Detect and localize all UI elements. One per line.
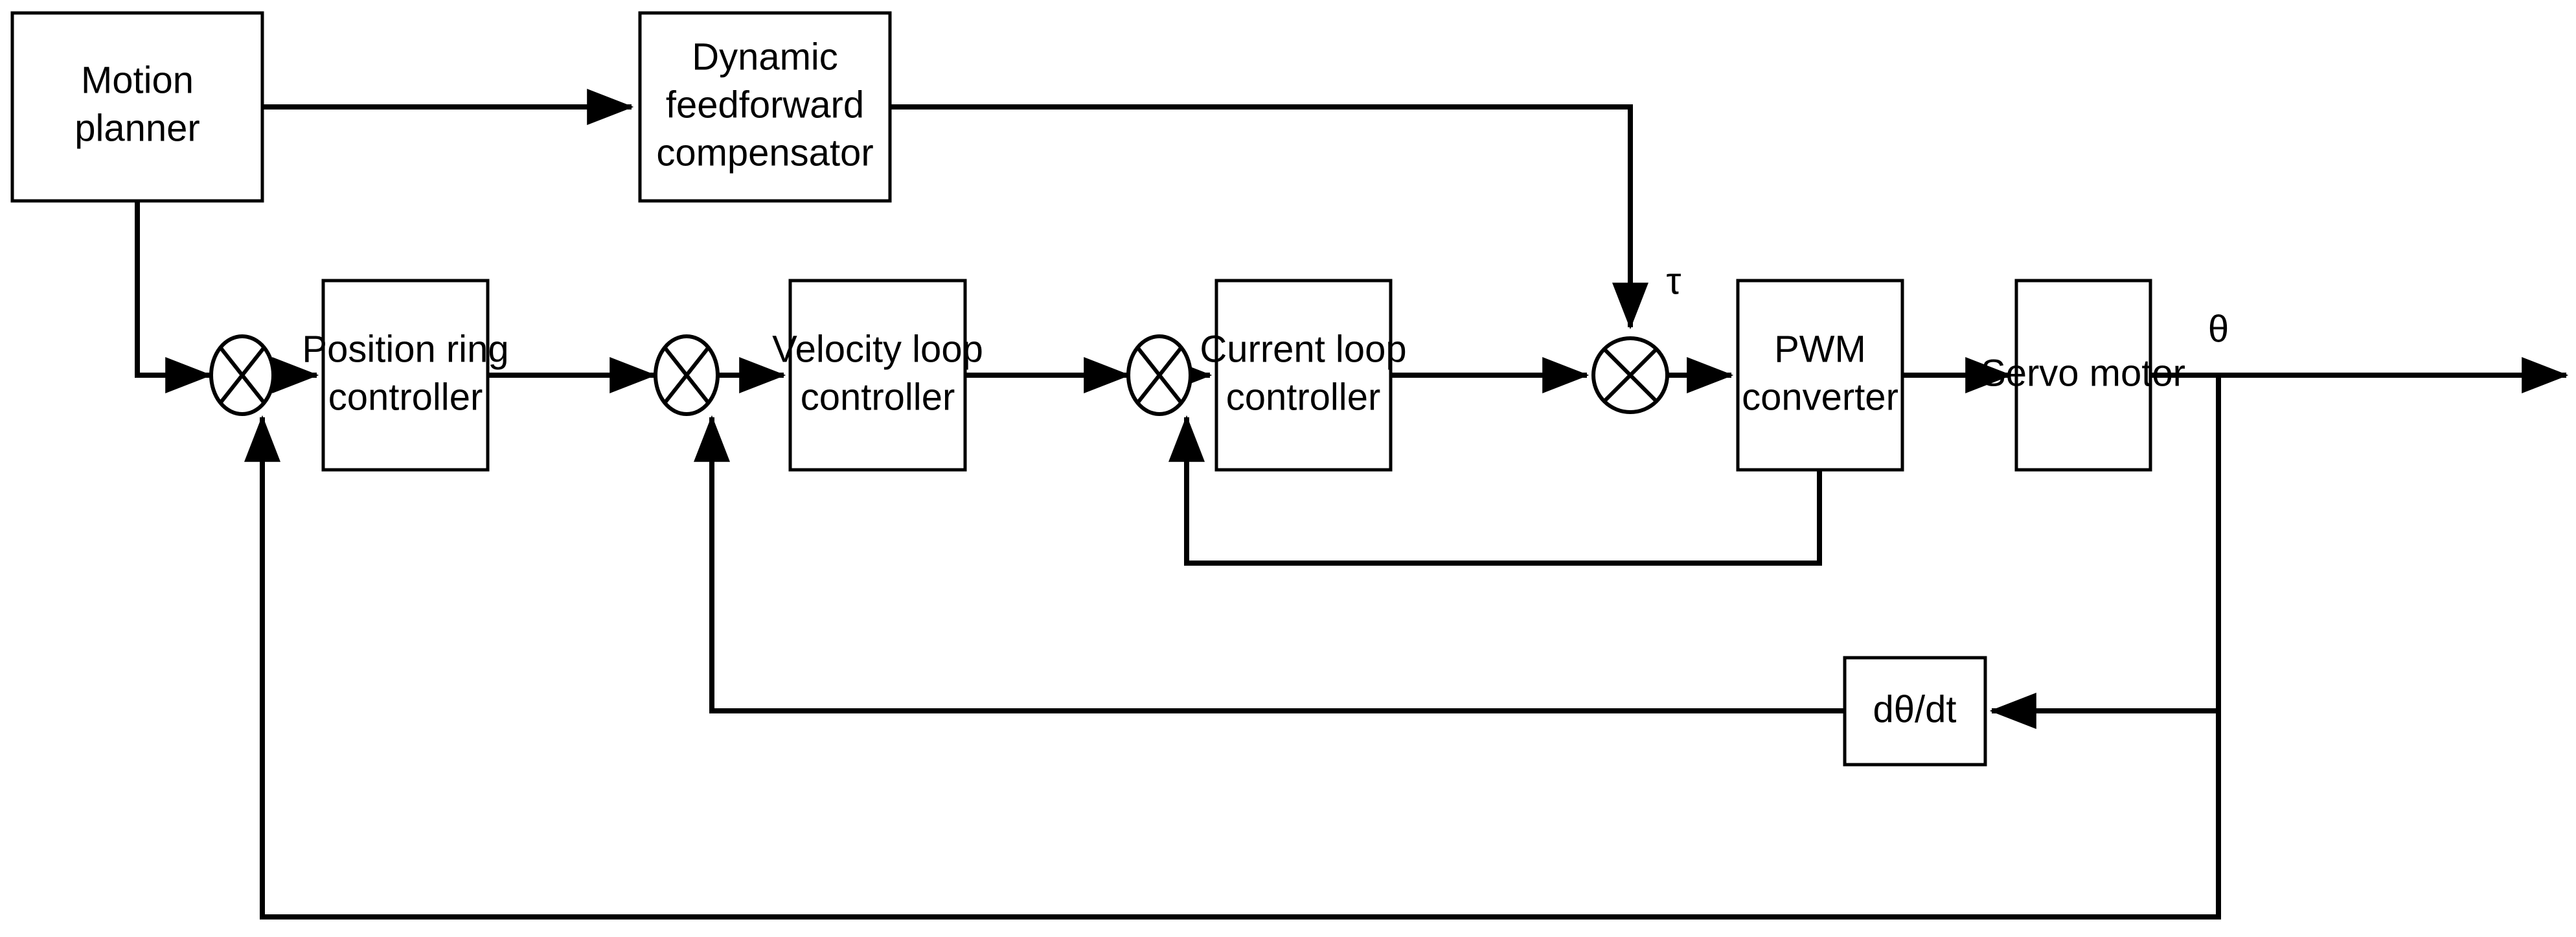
block-pwm-converter[interactable]: PWM converter xyxy=(1736,279,1904,472)
block-diagram-svg: Motion planner Dynamic feedforward compe… xyxy=(10,11,2569,920)
block-current-loop-controller[interactable]: Current loop controller xyxy=(1200,279,1407,472)
pwm-converter-box[interactable] xyxy=(1736,279,1904,472)
current-loop-controller-box[interactable] xyxy=(1214,279,1393,472)
signal-label-theta: θ xyxy=(2208,308,2229,350)
dynamic-feedforward-label-line1: Dynamic xyxy=(692,36,838,78)
wire-planner-to-position-sum xyxy=(135,201,212,393)
signal-label-tau: τ xyxy=(1667,260,1681,302)
dynamic-feedforward-label-line3: compensator xyxy=(656,132,873,174)
motion-planner-label-line2: planner xyxy=(74,107,199,149)
dynamic-feedforward-label-line2: feedforward xyxy=(666,84,864,126)
current-loop-controller-label-line2: controller xyxy=(1226,376,1381,418)
velocity-loop-controller-label-line2: controller xyxy=(801,376,955,418)
position-ring-controller-box[interactable] xyxy=(321,279,490,472)
servo-motor-label: Servo motor xyxy=(1981,352,2185,394)
position-ring-controller-label-line1: Position ring xyxy=(302,328,508,370)
block-servo-motor[interactable]: Servo motor xyxy=(1981,279,2185,472)
pwm-converter-label-line2: converter xyxy=(1742,376,1898,418)
summing-junction-current[interactable] xyxy=(1126,334,1192,416)
block-velocity-loop-controller[interactable]: Velocity loop controller xyxy=(772,279,983,472)
summing-junction-position[interactable] xyxy=(209,334,275,416)
current-loop-controller-label-line1: Current loop xyxy=(1200,328,1406,370)
motion-planner-label-line1: Motion xyxy=(81,59,194,101)
summing-junction-velocity[interactable] xyxy=(654,334,720,416)
block-dynamic-feedforward-compensator[interactable]: Dynamic feedforward compensator xyxy=(638,11,892,203)
derivative-label: dθ/dt xyxy=(1873,688,1957,730)
position-ring-controller-label-line2: controller xyxy=(328,376,483,418)
pwm-converter-label-line1: PWM xyxy=(1774,328,1866,370)
velocity-loop-controller-label-line1: Velocity loop xyxy=(772,328,983,370)
block-derivative[interactable]: dθ/dt xyxy=(1843,656,1987,767)
velocity-loop-controller-box[interactable] xyxy=(788,279,967,472)
wires-layer xyxy=(135,89,2569,920)
block-position-ring-controller[interactable]: Position ring controller xyxy=(302,279,509,472)
block-motion-planner[interactable]: Motion planner xyxy=(10,11,264,203)
summing-junction-torque[interactable] xyxy=(1591,336,1669,414)
block-diagram-canvas: Motion planner Dynamic feedforward compe… xyxy=(0,0,2576,937)
